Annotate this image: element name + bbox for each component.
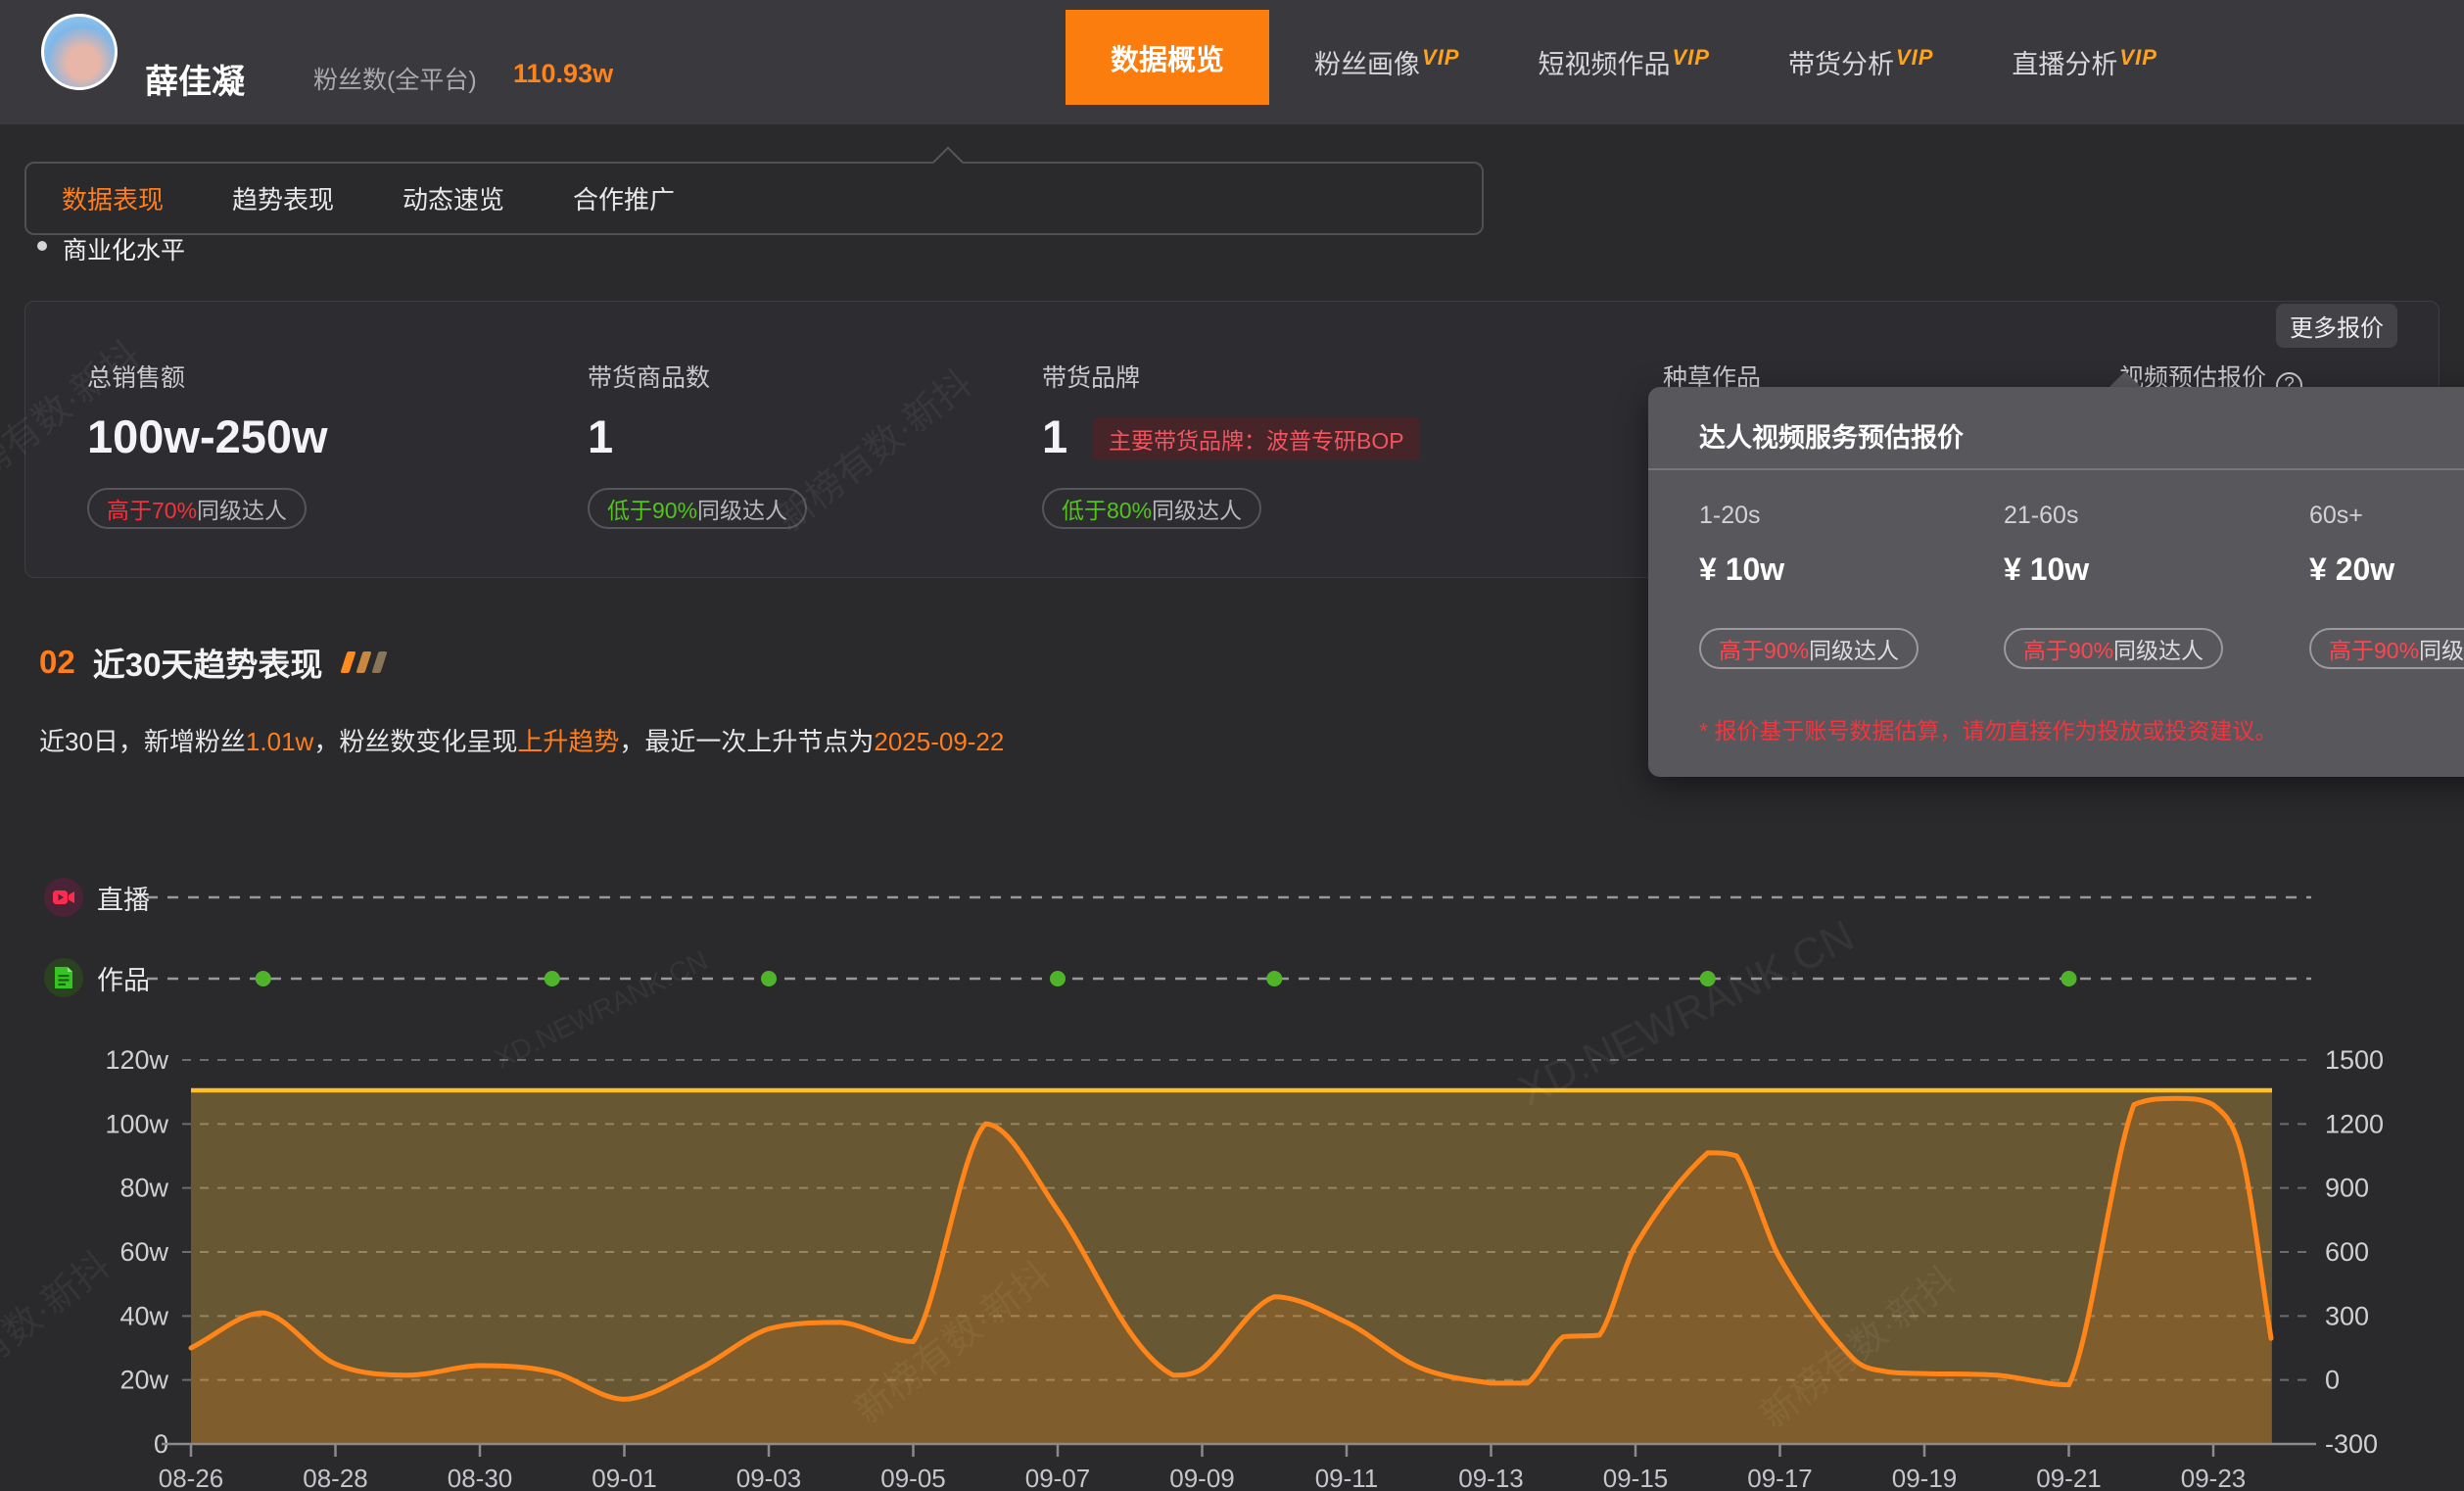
fans-count-label: 粉丝数(全平台) <box>313 67 477 94</box>
watermark: 新榜有数·新抖 <box>847 1254 1059 1432</box>
legend-label: 直播 <box>97 885 150 915</box>
svg-text:09-15: 09-15 <box>1603 1464 1669 1491</box>
live-video-icon <box>44 878 83 917</box>
document-icon <box>44 958 83 997</box>
svg-text:1500: 1500 <box>2325 1045 2384 1075</box>
svg-text:09-05: 09-05 <box>880 1464 946 1491</box>
account-name: 薛佳凝 <box>145 64 245 101</box>
stat-value: 1 <box>1042 410 1068 462</box>
duration-label: 60s+ <box>2309 502 2363 529</box>
price-value: ¥ 10w <box>2004 552 2090 587</box>
svg-text:09-09: 09-09 <box>1169 1464 1235 1491</box>
peer-compare-badge: 低于80% 同级达人 <box>1042 488 1262 529</box>
more-quotes-button[interactable]: 更多报价 <box>2276 304 2397 348</box>
svg-text:08-30: 08-30 <box>448 1464 513 1491</box>
watermark: XD.NEWRANK.CN <box>490 944 713 1075</box>
section-bullet <box>37 241 47 251</box>
price-value: ¥ 10w <box>1699 552 1785 587</box>
nav-tab-live-analysis[interactable]: 直播分析 VIP <box>2012 43 2156 81</box>
svg-text:60w: 60w <box>119 1237 168 1267</box>
legend-label: 作品 <box>97 965 150 995</box>
section-title-commercialization: 商业化水平 <box>63 237 186 265</box>
stat-label: 带货品牌 <box>1042 364 1141 392</box>
subtabs-bar: 数据表现 趋势表现 动态速览 合作推广 <box>24 162 1484 235</box>
svg-text:09-19: 09-19 <box>1892 1464 1958 1491</box>
divider <box>1648 468 2464 470</box>
trend-summary-text: 近30日，新增粉丝1.01w，粉丝数变化呈现上升趋势，最近一次上升节点为2025… <box>39 727 1005 756</box>
decoration-tick <box>371 651 389 673</box>
page: 薛佳凝 粉丝数(全平台) 110.93w 数据概览 粉丝画像 VIP 短视频作品 V… <box>0 0 2464 1491</box>
svg-text:600: 600 <box>2325 1237 2369 1267</box>
stat-value: 100w-250w <box>87 410 328 462</box>
peer-compare-badge: 高于90%同级达人 <box>2309 628 2464 669</box>
watermark: XD.NEWRANK.CN <box>1510 911 1862 1116</box>
nav-tab-ecommerce-analysis[interactable]: 带货分析 VIP <box>1788 43 1933 81</box>
app-header: 薛佳凝 粉丝数(全平台) 110.93w 数据概览 粉丝画像 VIP 短视频作品 V… <box>0 0 2464 124</box>
nav-tab-short-video-works[interactable]: 短视频作品 VIP <box>1538 43 1709 81</box>
main-brand-tag: 主要带货品牌：波普专研BOP <box>1093 417 1420 460</box>
trend-section-header: 02 近30天趋势表现 <box>39 639 389 686</box>
svg-text:1200: 1200 <box>2325 1109 2384 1138</box>
svg-text:09-01: 09-01 <box>592 1464 657 1491</box>
section-number: 02 <box>39 644 75 680</box>
subtab-activity-overview[interactable]: 动态速览 <box>403 180 504 216</box>
svg-text:300: 300 <box>2325 1301 2369 1330</box>
svg-text:0: 0 <box>2325 1366 2340 1395</box>
legend-item-works[interactable]: 作品 <box>44 958 150 997</box>
vip-badge: VIP <box>1422 45 1460 70</box>
nav-tab-data-overview[interactable]: 数据概览 <box>1066 10 1270 105</box>
svg-text:09-21: 09-21 <box>2036 1464 2102 1491</box>
svg-text:100w: 100w <box>105 1109 168 1138</box>
duration-label: 21-60s <box>2004 502 2079 529</box>
svg-text:09-17: 09-17 <box>1747 1464 1813 1491</box>
svg-text:40w: 40w <box>119 1301 168 1330</box>
subtab-data-performance[interactable]: 数据表现 <box>62 180 164 216</box>
svg-text:09-11: 09-11 <box>1315 1464 1379 1491</box>
watermark: 新榜有数·新抖 <box>0 1244 118 1422</box>
vip-badge: VIP <box>1672 45 1710 70</box>
stat-value: 1 <box>588 410 614 462</box>
peer-compare-badge: 高于90%同级达人 <box>2004 628 2224 669</box>
svg-text:900: 900 <box>2325 1174 2369 1203</box>
stat-label: 总销售额 <box>87 364 186 392</box>
watermark: 新榜有数·新抖 <box>1753 1259 1965 1437</box>
duration-label: 1-20s <box>1699 502 1761 529</box>
popup-disclaimer: * 报价基于账号数据估算，请勿直接作为投放或投资建议。 <box>1699 718 2278 744</box>
subtab-cooperation-promo[interactable]: 合作推广 <box>573 180 675 216</box>
price-value: ¥ 20w <box>2309 552 2395 587</box>
stat-label: 带货商品数 <box>588 364 711 392</box>
top-nav: 数据概览 粉丝画像 VIP 短视频作品 VIP 带货分析 VIP 直播分析 VIP <box>1066 0 2236 124</box>
svg-text:09-23: 09-23 <box>2181 1464 2247 1491</box>
svg-text:80w: 80w <box>119 1174 168 1203</box>
svg-text:20w: 20w <box>119 1366 168 1395</box>
decoration-tick <box>355 651 373 673</box>
svg-text:120w: 120w <box>105 1045 168 1075</box>
svg-text:09-07: 09-07 <box>1025 1464 1091 1491</box>
svg-text:09-13: 09-13 <box>1458 1464 1524 1491</box>
svg-text:08-26: 08-26 <box>159 1464 224 1491</box>
decoration-tick <box>340 651 357 673</box>
subtab-trend-performance[interactable]: 趋势表现 <box>232 180 334 216</box>
vip-badge: VIP <box>1895 45 1934 70</box>
svg-text:0: 0 <box>154 1429 168 1459</box>
vip-badge: VIP <box>2119 45 2157 70</box>
fans-count-value: 110.93w <box>513 59 614 88</box>
svg-text:-300: -300 <box>2325 1429 2378 1459</box>
peer-compare-badge: 低于90% 同级达人 <box>588 488 808 529</box>
video-quote-popup: 达人视频服务预估报价 1-20s ¥ 10w 高于90% 同级达人 21-60s … <box>1648 387 2464 777</box>
avatar[interactable] <box>41 14 118 90</box>
nav-tab-fan-portrait[interactable]: 粉丝画像 VIP <box>1314 43 1459 81</box>
section-title-trend: 近30天趋势表现 <box>92 647 323 683</box>
svg-text:08-28: 08-28 <box>303 1464 368 1491</box>
popup-title: 达人视频服务预估报价 <box>1699 423 1964 453</box>
peer-compare-badge: 高于90%同级达人 <box>1699 628 1919 669</box>
svg-text:09-03: 09-03 <box>736 1464 802 1491</box>
peer-compare-badge: 高于70% 同级达人 <box>87 488 308 529</box>
legend-item-live[interactable]: 直播 <box>44 878 150 917</box>
